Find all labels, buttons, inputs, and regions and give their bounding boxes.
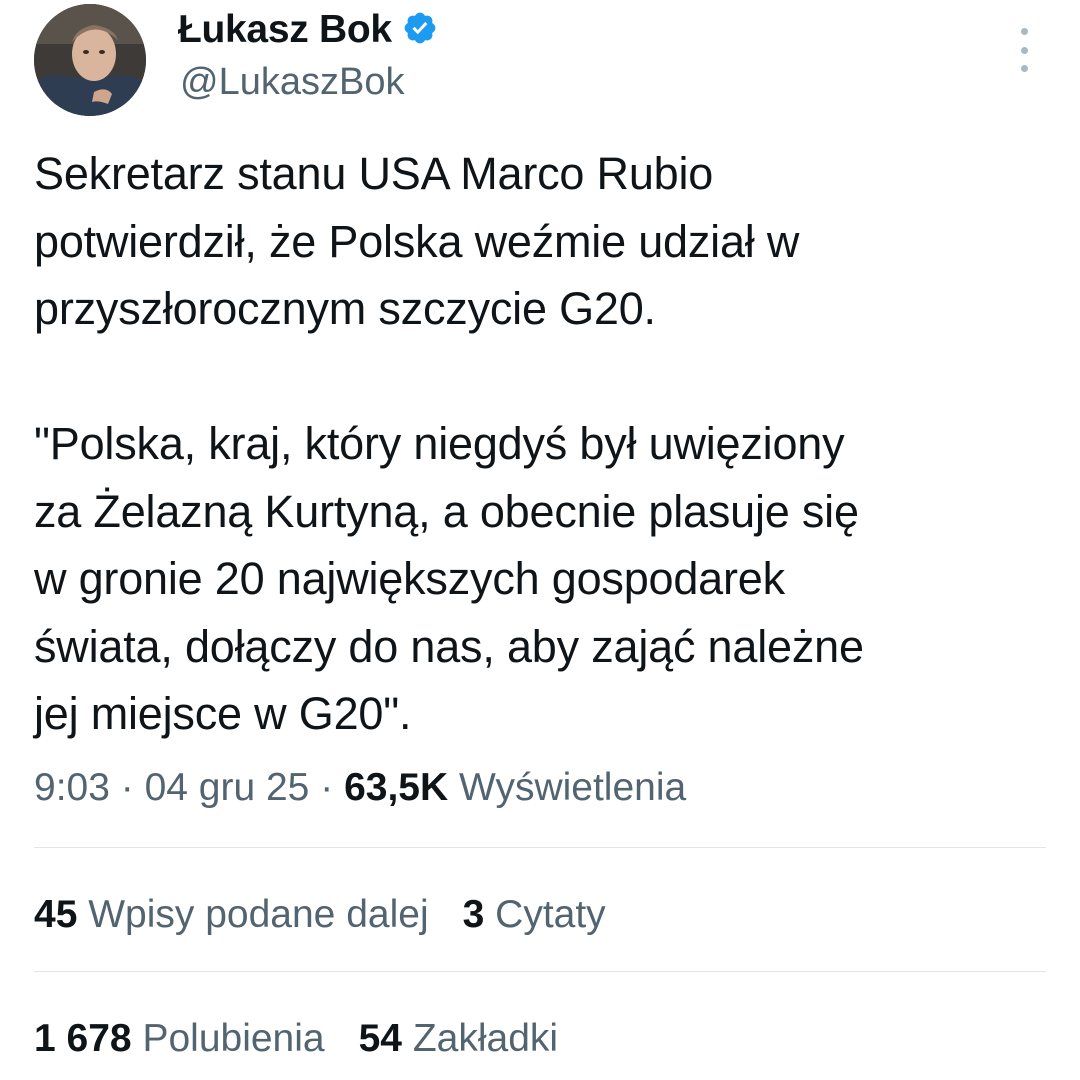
- views-label: Wyświetlenia: [458, 766, 687, 809]
- more-vertical-icon: [1020, 28, 1028, 35]
- tweet-text: Sekretarz stanu USA Marco Rubio potwierd…: [34, 148, 864, 739]
- stats-row-likes: 1 678 Polubienia 54 Zakładki: [34, 1017, 592, 1061]
- bookmarks-count: 54: [358, 1017, 402, 1060]
- views-count: 63,5K: [344, 766, 449, 809]
- likes-label: Polubienia: [142, 1017, 325, 1060]
- verified-badge-icon: [402, 10, 438, 51]
- reposts-count: 45: [34, 893, 78, 936]
- bookmarks-stat[interactable]: 54 Zakładki: [359, 1017, 558, 1060]
- more-vertical-icon: [1020, 65, 1028, 72]
- stats-row-reposts: 45 Wpisy podane dalej 3 Cytaty: [34, 893, 640, 937]
- tweet-meta: 9:03 · 04 gru 25 · 63,5K Wyświetlenia: [34, 766, 686, 810]
- quotes-count: 3: [462, 893, 485, 936]
- divider: [34, 847, 1046, 848]
- likes-stat[interactable]: 1 678 Polubienia: [34, 1017, 325, 1060]
- quotes-stat[interactable]: 3 Cytaty: [463, 893, 606, 936]
- avatar[interactable]: [34, 4, 146, 116]
- reposts-stat[interactable]: 45 Wpisy podane dalej: [34, 893, 429, 936]
- author-display-name[interactable]: Łukasz Bok: [178, 8, 392, 52]
- tweet-time[interactable]: 9:03: [34, 766, 110, 809]
- likes-count: 1 678: [34, 1017, 132, 1060]
- author-handle[interactable]: @LukaszBok: [180, 61, 404, 104]
- divider: [34, 971, 1046, 972]
- bookmarks-label: Zakładki: [412, 1017, 559, 1060]
- reposts-label: Wpisy podane dalej: [88, 893, 429, 936]
- meta-separator: ·: [309, 766, 345, 809]
- tweet-date[interactable]: 04 gru 25: [145, 766, 310, 809]
- more-vertical-icon: [1020, 46, 1028, 54]
- profile-photo: [34, 4, 146, 116]
- meta-separator: ·: [109, 766, 145, 809]
- more-options-button[interactable]: [1010, 28, 1038, 72]
- quotes-label: Cytaty: [495, 893, 606, 936]
- author-name-row: Łukasz Bok: [178, 8, 438, 52]
